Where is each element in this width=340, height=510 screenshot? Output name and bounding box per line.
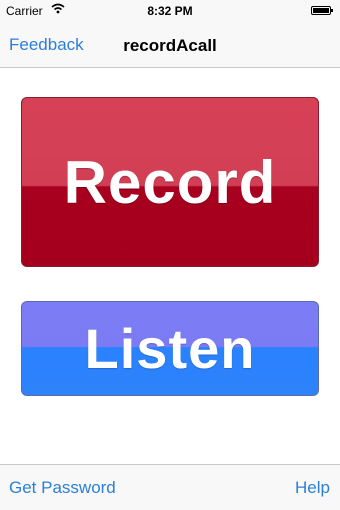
battery-nub bbox=[331, 9, 333, 12]
help-button[interactable]: Help bbox=[295, 478, 330, 498]
listen-button-label: Listen bbox=[84, 317, 256, 380]
bottom-toolbar: Get Password Help bbox=[0, 464, 340, 510]
listen-button[interactable]: Listen bbox=[21, 301, 319, 396]
battery-fill bbox=[313, 8, 329, 13]
record-button[interactable]: Record bbox=[21, 97, 319, 267]
status-bar: Carrier 8:32 PM bbox=[0, 0, 340, 22]
record-button-label: Record bbox=[63, 148, 277, 216]
navigation-bar: Feedback recordAcall bbox=[0, 22, 340, 68]
battery-icon bbox=[311, 6, 333, 15]
page-title: recordAcall bbox=[123, 36, 217, 55]
status-time: 8:32 PM bbox=[147, 4, 193, 18]
get-password-button[interactable]: Get Password bbox=[9, 478, 116, 498]
